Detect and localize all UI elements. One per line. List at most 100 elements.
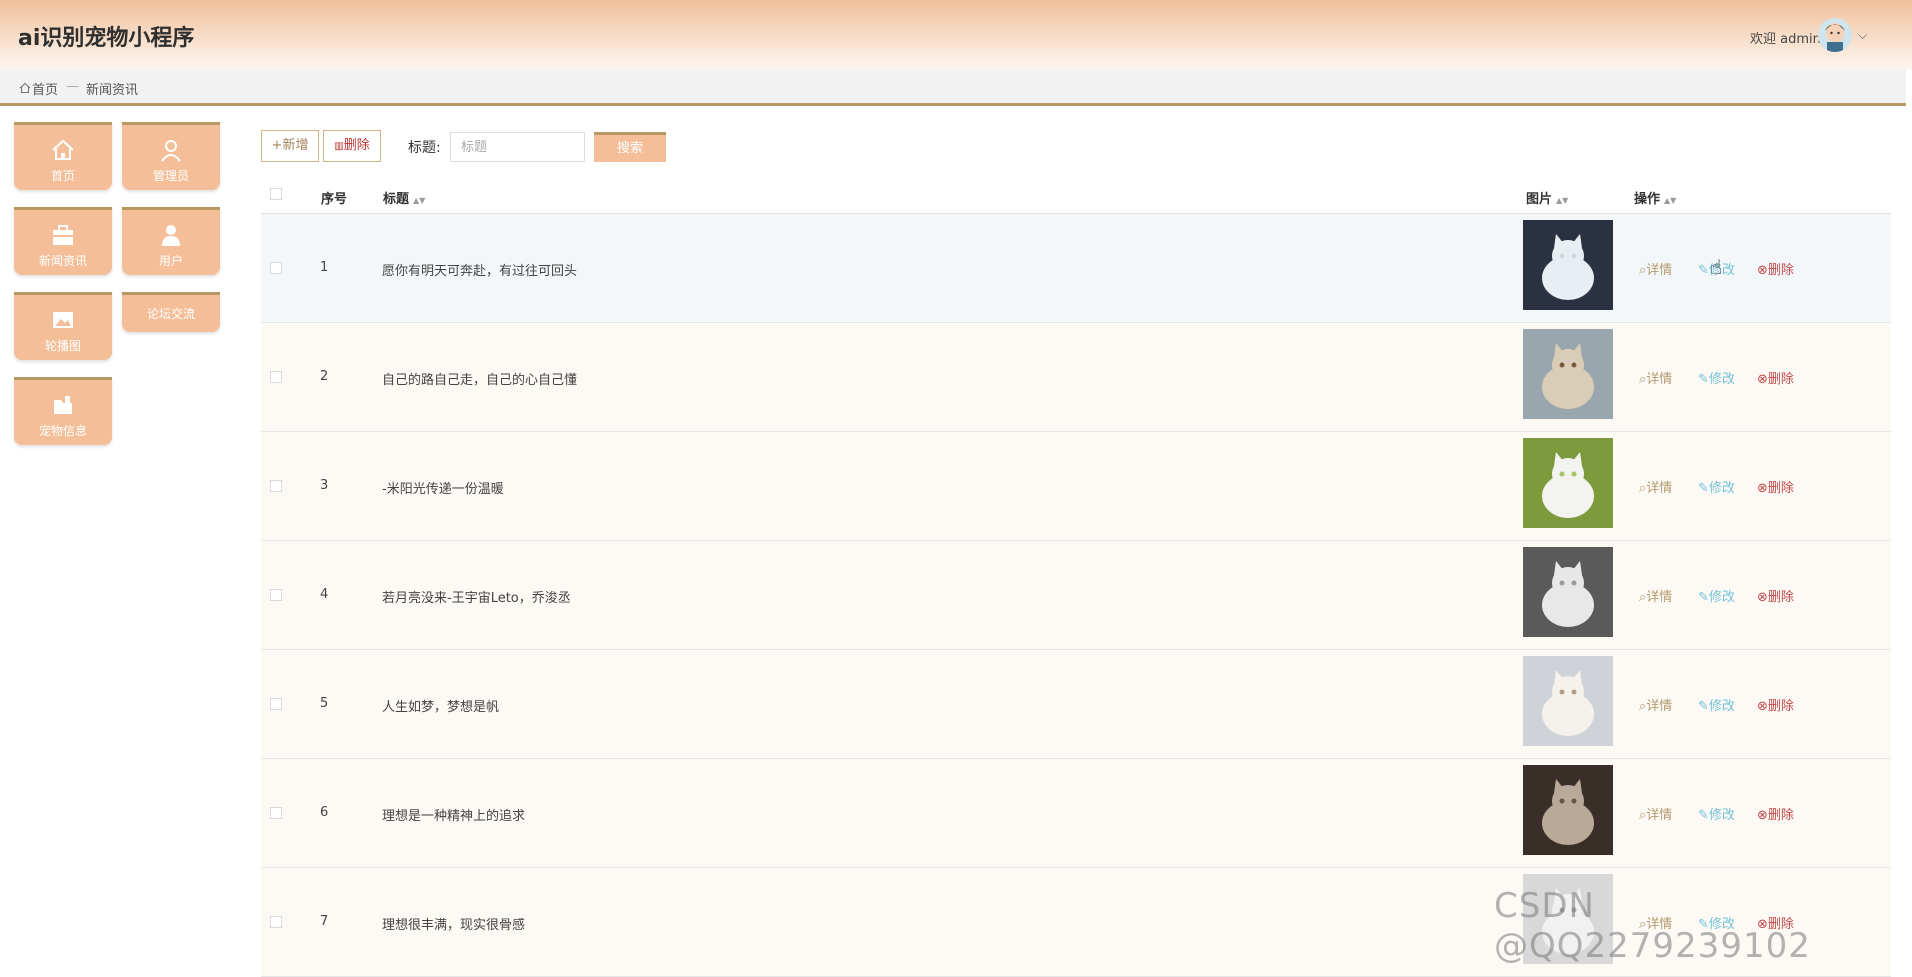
delete-label: 删除: [1767, 699, 1794, 714]
col-title-label: 标题: [383, 192, 410, 207]
view-label: 详情: [1646, 263, 1673, 278]
batch-delete-label: 删除: [343, 138, 370, 153]
sort-icon[interactable]: ▲▼: [1664, 196, 1676, 205]
col-actions-header[interactable]: 操作 ▲▼: [1634, 188, 1676, 207]
view-detail-button[interactable]: ⌕详情: [1639, 695, 1672, 714]
pet-thumbnail: [1523, 765, 1613, 855]
view-label: 详情: [1646, 590, 1673, 605]
sidebar-item-pet-info[interactable]: 宠物信息: [14, 377, 112, 445]
avatar-icon: [1818, 18, 1852, 52]
row-index: 7: [320, 914, 329, 929]
table-header: 序号 标题 ▲▼ 图片 ▲▼ 操作 ▲▼: [261, 176, 1891, 214]
app-title: ai识别宠物小程序: [18, 26, 195, 51]
col-actions-label: 操作: [1634, 192, 1661, 207]
select-all-checkbox[interactable]: [270, 188, 282, 200]
row-title: 人生如梦，梦想是帆: [382, 700, 500, 715]
chevron-down-icon[interactable]: ⌵: [1858, 28, 1867, 43]
sort-icon[interactable]: ▲▼: [413, 196, 425, 205]
view-label: 详情: [1646, 372, 1673, 387]
col-index-header: 序号: [321, 192, 348, 207]
edit-label: 修改: [1708, 808, 1735, 823]
table-body: 1 愿你有明天可奔赴，有过往可回头 ⌕详情 ✎修改 ⊗删除 2 自己的路自己走，自己的心自己…: [261, 214, 1891, 977]
edit-button[interactable]: ✎修改: [1698, 586, 1735, 605]
sidebar-item-users[interactable]: 用户: [122, 207, 220, 275]
col-title-header[interactable]: 标题 ▲▼: [383, 188, 425, 207]
view-label: 详情: [1646, 481, 1673, 496]
avatar[interactable]: [1818, 18, 1852, 52]
row-checkbox[interactable]: [270, 807, 282, 819]
view-label: 详情: [1646, 808, 1673, 823]
sidebar-item-label: 轮播图: [44, 339, 81, 353]
row-checkbox[interactable]: [270, 371, 282, 383]
delete-button[interactable]: ⊗删除: [1757, 368, 1794, 387]
row-title: 愿你有明天可奔赴，有过往可回头: [382, 264, 578, 279]
table-row: 4 若月亮没来-王宇宙Leto，乔浚丞 ⌕详情 ✎修改 ⊗删除: [261, 541, 1891, 650]
batch-delete-button[interactable]: ▥删除: [323, 130, 381, 162]
person-icon: [162, 225, 180, 246]
sidebar-item-forum[interactable]: 论坛交流: [122, 292, 220, 332]
table-row: 5 人生如梦，梦想是帆 ⌕详情 ✎修改 ⊗删除: [261, 650, 1891, 759]
briefcase-icon: [53, 225, 73, 245]
view-detail-button[interactable]: ⌕详情: [1639, 368, 1672, 387]
close-circle-icon: ⊗: [1757, 808, 1768, 823]
watermark: CSDN @QQ2279239102: [1494, 886, 1811, 966]
edit-icon: ✎: [1698, 699, 1709, 714]
delete-label: 删除: [1767, 372, 1794, 387]
edit-icon: ✎: [1698, 372, 1709, 387]
view-detail-button[interactable]: ⌕详情: [1639, 477, 1672, 496]
row-index: 3: [320, 478, 329, 493]
view-label: 详情: [1646, 699, 1673, 714]
row-title: 理想很丰满，现实很骨感: [382, 918, 526, 933]
view-detail-button[interactable]: ⌕详情: [1639, 586, 1672, 605]
title-search-input[interactable]: [450, 132, 585, 162]
delete-button[interactable]: ⊗删除: [1757, 804, 1794, 823]
home-icon: [52, 139, 74, 160]
user-icon: [161, 140, 181, 162]
row-checkbox[interactable]: [270, 589, 282, 601]
edit-button[interactable]: ✎修改: [1698, 804, 1735, 823]
folder-icon: [54, 396, 72, 414]
sidebar-item-carousel[interactable]: 轮播图: [14, 292, 112, 360]
sidebar-item-home[interactable]: 首页: [14, 122, 112, 190]
view-detail-button[interactable]: ⌕详情: [1639, 259, 1672, 278]
close-circle-icon: ⊗: [1757, 372, 1768, 387]
edit-label: 修改: [1708, 481, 1735, 496]
delete-label: 删除: [1767, 808, 1794, 823]
row-checkbox[interactable]: [270, 698, 282, 710]
sidebar: 首页 管理员 新闻资讯 用户 轮播图 论坛交流 宠物信息: [0, 106, 240, 940]
row-title: 若月亮没来-王宇宙Leto，乔浚丞: [382, 591, 571, 606]
table-row: 6 理想是一种精神上的追求 ⌕详情 ✎修改 ⊗删除: [261, 759, 1891, 868]
delete-button[interactable]: ⊗删除: [1757, 477, 1794, 496]
delete-button[interactable]: ⊗删除: [1757, 586, 1794, 605]
edit-icon: ✎: [1698, 263, 1709, 278]
add-button[interactable]: +新增: [261, 130, 319, 162]
sort-icon[interactable]: ▲▼: [1556, 196, 1568, 205]
edit-button[interactable]: ✎修改: [1698, 695, 1735, 714]
close-circle-icon: ⊗: [1757, 481, 1768, 496]
image-icon: [53, 312, 73, 328]
edit-button[interactable]: ✎修改: [1698, 477, 1735, 496]
breadcrumb: 首页 — 新闻资讯: [0, 70, 1906, 106]
row-checkbox[interactable]: [270, 262, 282, 274]
pet-thumbnail: [1523, 438, 1613, 528]
col-image-header[interactable]: 图片 ▲▼: [1526, 188, 1568, 207]
search-button[interactable]: 搜索: [594, 132, 666, 162]
delete-button[interactable]: ⊗删除: [1757, 259, 1794, 278]
sidebar-item-news[interactable]: 新闻资讯: [14, 207, 112, 275]
sidebar-item-admin[interactable]: 管理员: [122, 122, 220, 190]
edit-label: 修改: [1708, 590, 1735, 605]
close-circle-icon: ⊗: [1757, 699, 1768, 714]
row-checkbox[interactable]: [270, 916, 282, 928]
breadcrumb-separator: —: [66, 79, 79, 94]
close-circle-icon: ⊗: [1757, 263, 1768, 278]
delete-button[interactable]: ⊗删除: [1757, 695, 1794, 714]
row-checkbox[interactable]: [270, 480, 282, 492]
sidebar-item-label: 首页: [50, 169, 75, 183]
sidebar-item-label: 论坛交流: [146, 307, 195, 321]
hand-cursor-icon: ☝: [1710, 255, 1723, 279]
view-detail-button[interactable]: ⌕详情: [1639, 804, 1672, 823]
sidebar-item-label: 用户: [158, 254, 183, 268]
edit-button[interactable]: ✎修改: [1698, 368, 1735, 387]
table-row: 3 -米阳光传递一份温暖 ⌕详情 ✎修改 ⊗删除: [261, 432, 1891, 541]
breadcrumb-home[interactable]: 首页: [32, 79, 58, 98]
